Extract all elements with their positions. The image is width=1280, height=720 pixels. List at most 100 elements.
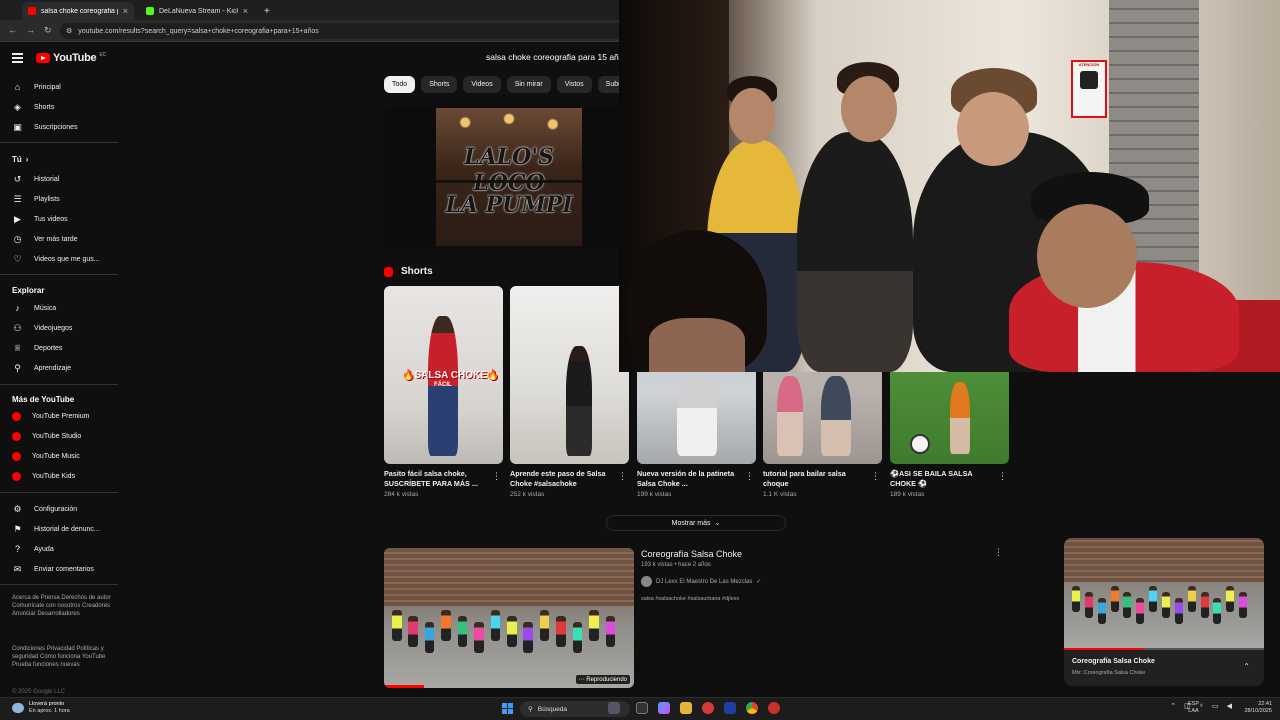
miniplayer-progress[interactable] [1064, 648, 1264, 650]
sidebar-item-help[interactable]: ? Ayuda [0, 540, 54, 558]
sidebar-item-shorts[interactable]: ◈ Shorts [0, 98, 54, 116]
copilot-icon[interactable] [658, 702, 670, 714]
short-title[interactable]: Nueva versión de la patineta Salsa Choke… [637, 469, 742, 489]
kick-favicon-icon [146, 7, 154, 15]
app-icon[interactable] [768, 702, 780, 714]
sidebar-item-youtube-kids[interactable]: YouTube Kids [0, 467, 75, 485]
sidebar-item-learning[interactable]: ⚲ Aprendizaje [0, 359, 71, 377]
sidebar-item-home[interactable]: ⌂ Principal [0, 78, 61, 96]
expand-chevron-icon[interactable]: ⌃ [1243, 662, 1250, 671]
language-indicator[interactable]: ESP LAA [1188, 701, 1199, 715]
chip-videos[interactable]: Videos [463, 76, 501, 93]
weather-widget[interactable]: Lloverá pronto En aprox. 1 hora [12, 701, 70, 715]
youtube-logo[interactable]: YouTube EC [36, 52, 106, 64]
short-card[interactable]: Aprende este paso de Salsa Choke #salsac… [510, 286, 629, 498]
search-input[interactable]: salsa choke coreografia para 15 años [486, 52, 628, 62]
sidebar-item-subscriptions[interactable]: ▣ Suscripciones [0, 118, 77, 136]
close-tab-icon[interactable]: × [243, 6, 248, 16]
widgets-app-icon[interactable] [608, 702, 620, 714]
dancer-figure [539, 610, 550, 642]
youtube-kids-icon [12, 471, 21, 481]
sidebar-item-settings[interactable]: ⚙ Configuración [0, 500, 77, 518]
browser-tab-youtube[interactable]: salsa choke coreografia para 15 × [22, 2, 134, 20]
dancer-figure [474, 622, 484, 654]
video-thumbnail[interactable]: ⋯ Reproduciendo [384, 548, 634, 688]
sidebar-item-liked-videos[interactable]: ♡ Videos que me gus... [0, 250, 99, 268]
obs-app-icon[interactable] [702, 702, 714, 714]
footer-links-1[interactable]: Acerca de Prensa Derechos de autor Comun… [12, 594, 112, 618]
volume-icon[interactable]: ◀ [1227, 702, 1232, 710]
sidebar-item-youtube-music[interactable]: YouTube Music [0, 447, 80, 465]
chip-all[interactable]: Todo [384, 76, 416, 93]
site-info-icon[interactable]: ⚙ [66, 27, 72, 35]
task-view-icon[interactable] [636, 702, 648, 714]
windows-start-icon[interactable] [502, 703, 513, 714]
chip-unwatched[interactable]: Sin mirar [506, 76, 551, 93]
chrome-icon[interactable] [746, 702, 758, 714]
divider [0, 274, 118, 275]
short-views: 1.1 K vistas [763, 491, 797, 498]
more-options-icon[interactable]: ⋮ [492, 471, 501, 482]
more-options-icon[interactable]: ⋮ [618, 471, 627, 482]
new-tab-button[interactable]: + [258, 2, 272, 20]
video-meta: 193 k vistas • hace 2 años [641, 562, 711, 568]
more-options-icon[interactable]: ⋮ [998, 471, 1007, 482]
sidebar-item-report-history[interactable]: ⚑ Historial de denunc... [0, 520, 99, 538]
dancer-figure [1200, 592, 1209, 618]
windows-taskbar: Lloverá pronto En aprox. 1 hora ⚲ Búsqued… [0, 697, 1280, 720]
short-card[interactable]: 🔥SALSA CHOKE🔥 FÁCIL Pasito fácil salsa c… [384, 286, 503, 498]
channel-avatar[interactable] [641, 576, 652, 587]
sidebar-item-youtube-premium[interactable]: YouTube Premium [0, 407, 89, 425]
chip-shorts[interactable]: Shorts [421, 76, 458, 93]
taskbar-clock[interactable]: 22:41 28/10/2025 [1244, 701, 1272, 715]
dancer-figure [1239, 592, 1248, 618]
short-title[interactable]: ⚽ASI SE BAILA SALSA CHOKE ⚽ [890, 469, 995, 489]
section-title-more: Más de YouTube [12, 395, 75, 404]
shorts-label: Shorts [401, 266, 433, 277]
short-views: 199 k vistas [637, 491, 672, 498]
sidebar-item-sports[interactable]: ♕ Deportes [0, 339, 62, 357]
reload-icon[interactable]: ↻ [44, 25, 52, 36]
close-tab-icon[interactable]: × [123, 6, 128, 16]
chip-watched[interactable]: Vistos [556, 76, 592, 93]
sidebar-item-music[interactable]: ♪ Música [0, 299, 56, 317]
browser-tab-kick[interactable]: DeLaNueva Stream - Kick Dash × [140, 2, 254, 20]
short-title[interactable]: Pasito fácil salsa choke, SUSCRÍBETE PAR… [384, 469, 489, 489]
network-icon[interactable]: ▭ [1212, 702, 1219, 710]
short-title[interactable]: tutorial para bailar salsa choque [763, 469, 868, 489]
show-more-button[interactable]: Mostrar más ⌄ [606, 515, 786, 531]
mic-icon[interactable]: ♁ [1199, 702, 1204, 710]
sidebar-item-history[interactable]: ↺ Historial [0, 170, 60, 188]
tray-chevron-icon[interactable]: ⌃ [1170, 702, 1176, 710]
sidebar-item-gaming[interactable]: ⚇ Videojuegos [0, 319, 72, 337]
url-text: youtube.com/results?search_query=salsa+c… [78, 27, 319, 35]
top-result-thumbnail[interactable]: LALO'S LOCO LA PUMPI [384, 106, 620, 248]
gaming-icon: ⚇ [13, 322, 22, 333]
more-options-icon[interactable]: ⋮ [994, 547, 1003, 558]
dancer-figure [1213, 598, 1222, 624]
sidebar-item-playlists[interactable]: ☰ Playlists [0, 190, 59, 208]
miniplayer[interactable]: Coreografía Salsa Choke Mix: Coreografía… [1064, 538, 1264, 686]
sidebar-item-your-videos[interactable]: ▶ Tus videos [0, 210, 68, 228]
back-icon[interactable]: ← [8, 25, 17, 35]
sidebar-item-feedback[interactable]: ✉ Enviar comentarios [0, 560, 94, 578]
file-explorer-icon[interactable] [680, 702, 692, 714]
video-channel[interactable]: DJ Lexx El Maestro De Las Mezclas ✓ [641, 576, 761, 587]
miniplayer-video[interactable] [1064, 538, 1264, 650]
sidebar-item-youtube-studio[interactable]: YouTube Studio [0, 427, 81, 445]
dancer-figure [1136, 598, 1145, 624]
section-title-explore: Explorar [12, 286, 45, 295]
sidebar-item-watch-later[interactable]: ◷ Ver más tarde [0, 230, 78, 248]
sidebar-item-you[interactable]: Tú › [0, 150, 28, 168]
premiere-app-icon[interactable] [724, 702, 736, 714]
lang-layout: LAA [1188, 708, 1199, 714]
more-options-icon[interactable]: ⋮ [871, 471, 880, 482]
channel-name[interactable]: DJ Lexx El Maestro De Las Mezclas [656, 579, 752, 585]
person-face [957, 92, 1029, 166]
forward-icon[interactable]: → [26, 25, 35, 35]
video-title[interactable]: Coreografía Salsa Choke [641, 549, 742, 559]
menu-icon[interactable] [12, 53, 23, 65]
short-title[interactable]: Aprende este paso de Salsa Choke #salsac… [510, 469, 615, 489]
more-options-icon[interactable]: ⋮ [745, 471, 754, 482]
footer-links-2[interactable]: Condiciones Privacidad Políticas y segur… [12, 645, 112, 669]
